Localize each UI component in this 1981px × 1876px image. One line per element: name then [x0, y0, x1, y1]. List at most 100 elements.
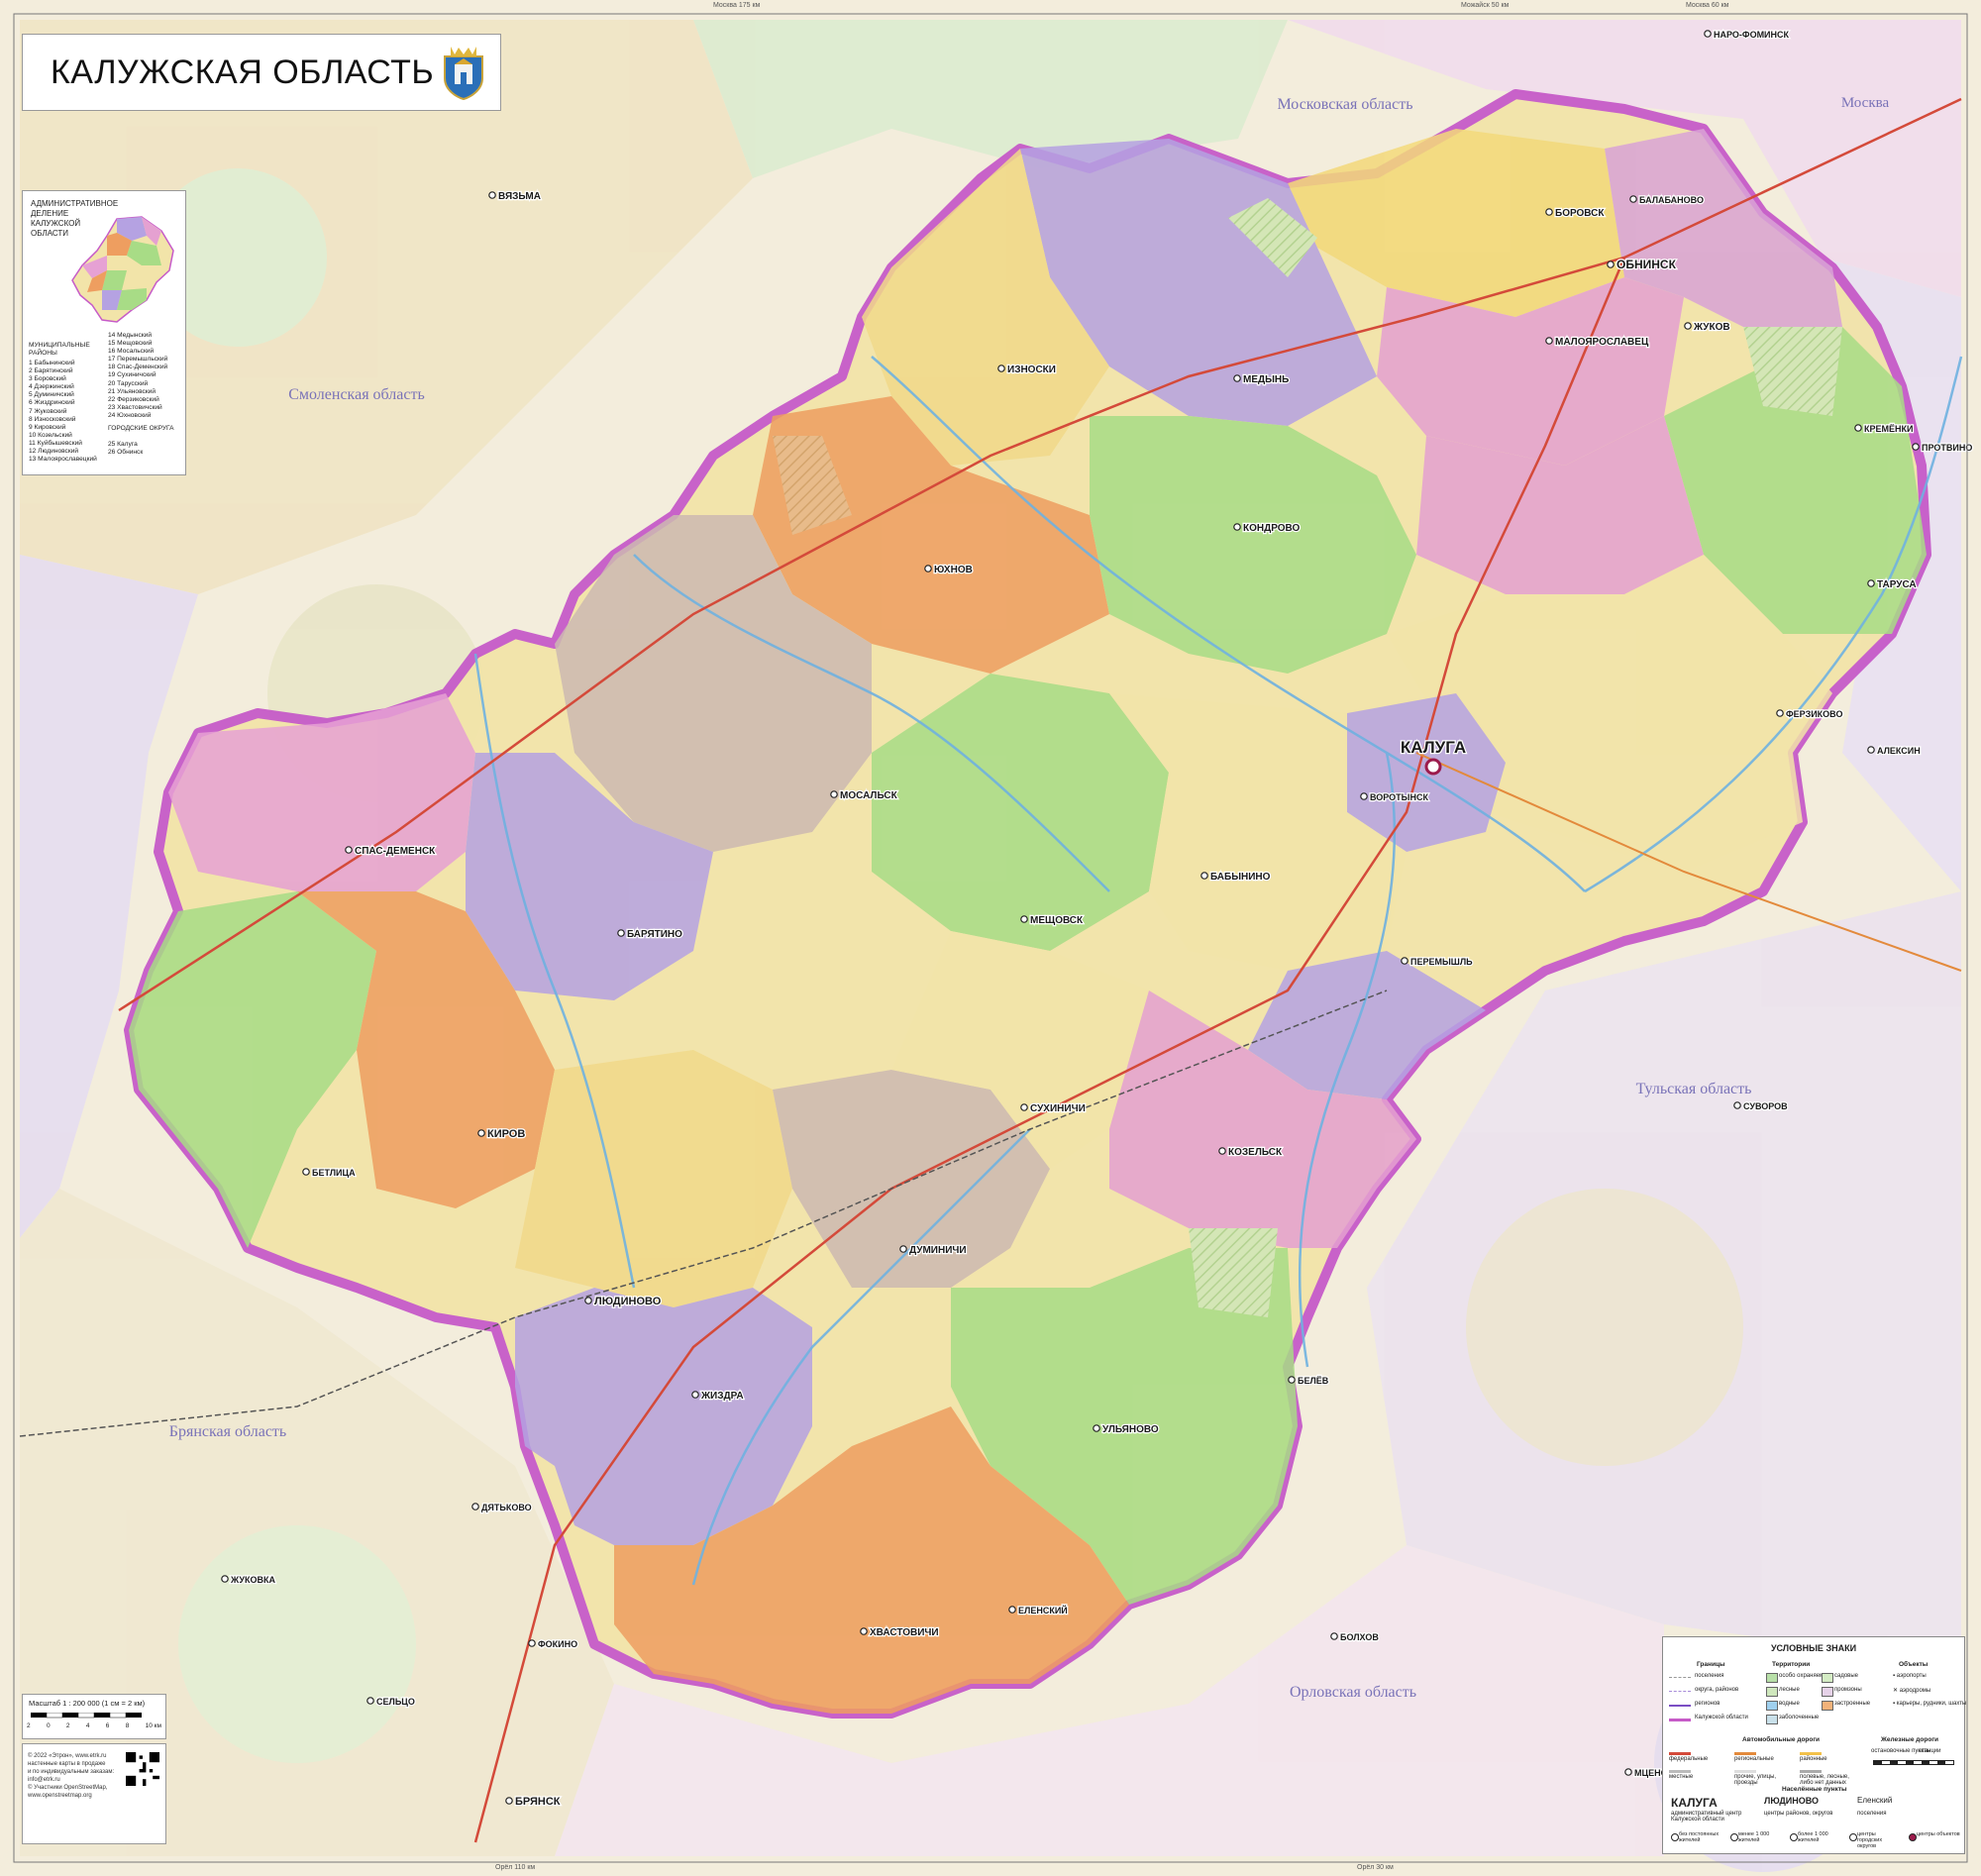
copyright-line: и по индивидуальным заказам: — [28, 1769, 115, 1775]
settlement-marker-icon — [1684, 322, 1692, 330]
settlement-label: БЕЛЁВ — [1298, 1376, 1329, 1386]
settlement-label: БАБЫНИНО — [1210, 872, 1271, 883]
legend-rail-heading: Железные дороги — [1881, 1736, 1939, 1743]
scale-tick: 2 — [65, 1722, 70, 1729]
settlement-marker-icon — [1401, 957, 1408, 965]
copyright-box: © 2022 «Этрон», www.etrk.ru настенные кар… — [22, 1743, 166, 1844]
settlement-marker-icon — [1020, 915, 1028, 923]
settlement: УЛЬЯНОВО — [1093, 1423, 1160, 1436]
copyright-line: info@etrk.ru — [28, 1777, 60, 1783]
legend-territory-label: водные — [1779, 1701, 1800, 1707]
settlement: ВОРОТЫНСК — [1360, 791, 1430, 803]
settlement-marker-icon — [1607, 261, 1615, 268]
settlement-label: ПЕРЕМЫШЛЬ — [1410, 957, 1473, 967]
legend-place-example: Еленский — [1857, 1796, 1893, 1805]
settlement-marker-icon — [1020, 1103, 1028, 1111]
district-list-item: 22 Ферзиковский — [108, 395, 159, 403]
copyright-line: © 2022 «Этрон», www.etrk.ru — [28, 1753, 107, 1759]
settlement-marker-icon — [584, 1297, 592, 1304]
settlement: ПРОТВИНО — [1912, 442, 1974, 454]
settlement-marker-icon — [1233, 523, 1241, 531]
settlement-marker-icon — [1733, 1101, 1741, 1109]
settlement-label: БОРОВСК — [1555, 208, 1605, 219]
settlement-label: МЕЩОВСК — [1030, 915, 1084, 926]
settlement-label: ФЕРЗИКОВО — [1786, 709, 1842, 719]
settlement-marker-icon — [830, 790, 838, 798]
legend-road-label: федеральные — [1669, 1756, 1709, 1762]
scale-tick: 2 — [27, 1722, 31, 1729]
settlement-label: БРЯНСК — [515, 1796, 561, 1808]
map-title-box: КАЛУЖСКАЯ ОБЛАСТЬ — [22, 34, 501, 111]
settlement-marker-icon — [1867, 746, 1875, 754]
scale-tick: 6 — [105, 1722, 110, 1729]
legend-place-caption: административный центр Калужской области — [1671, 1811, 1742, 1823]
settlement-marker-icon — [488, 191, 496, 199]
settlement-marker-icon — [1854, 424, 1862, 432]
scale-ticks: 2 0 2 4 6 8 10 км — [27, 1722, 161, 1729]
legend-places-heading: Населённые пункты — [1782, 1786, 1847, 1793]
settlement: БОРОВСК — [1545, 207, 1607, 220]
legend-border-swatch — [1669, 1705, 1691, 1707]
legend-object-label: ✕ аэродромы — [1893, 1688, 1931, 1694]
legend-road-swatch — [1800, 1770, 1822, 1773]
inset-okrugs: 25 Калуга 26 Обнинск — [108, 441, 143, 457]
district-list-item: 13 Малоярославецкий — [29, 456, 97, 464]
legend-rail-label: станции — [1919, 1748, 1941, 1754]
protected-area-south — [1189, 1228, 1278, 1317]
settlement: МАЛОЯРОСЛАВЕЦ — [1545, 336, 1650, 349]
scale-bar-box: Масштаб 1 : 200 000 (1 см = 2 км) 2 0 2 4 6 8… — [22, 1694, 166, 1739]
settlement-label: ОБНИНСК — [1616, 258, 1677, 271]
legend-territory-swatch — [1822, 1701, 1833, 1711]
settlement-marker-icon — [302, 1168, 310, 1176]
inset-districts-right: 14 Медынский 15 Мещовский 16 Мосальский 17 … — [108, 332, 167, 420]
district-lyudinovsky — [515, 1050, 792, 1307]
settlement-label: АЛЕКСИН — [1877, 746, 1921, 756]
district-list-item: 19 Сухиничский — [108, 371, 156, 379]
settlement-label: СЕЛЬЦО — [376, 1697, 415, 1707]
kaluga-oblast-coat-of-arms-icon — [444, 47, 483, 100]
settlement-marker-icon — [366, 1697, 374, 1705]
legend-territory-swatch — [1822, 1673, 1833, 1683]
settlement-marker-icon — [1912, 443, 1920, 451]
settlement-label: ДЯТЬКОВО — [481, 1503, 532, 1512]
settlement-marker-icon — [1218, 1147, 1226, 1155]
legend-road-label: районные — [1800, 1756, 1827, 1762]
settlement-label: УЛЬЯНОВО — [1102, 1424, 1159, 1435]
legend-border-label: регионов — [1695, 1701, 1720, 1707]
settlement-label: ПРОТВИНО — [1922, 443, 1972, 453]
legend-territory-swatch — [1822, 1687, 1833, 1697]
settlement: МЕЩОВСК — [1020, 914, 1085, 927]
district-list-item: 9 Кировский — [29, 423, 66, 431]
settlement-label: ВЯЗЬМА — [498, 191, 541, 202]
qr-code-icon — [126, 1752, 159, 1786]
frame-label-bottom-1: Орёл 110 км — [495, 1864, 536, 1871]
district-list-item: 11 Куйбышевский — [29, 439, 82, 447]
settlement-marker-icon — [1093, 1424, 1100, 1432]
settlement: ЛЮДИНОВО — [584, 1295, 663, 1308]
settlement: НАРО-ФОМИНСК — [1704, 29, 1791, 41]
legend-objects-heading: Объекты — [1899, 1661, 1929, 1668]
district-list-item: 1 Бабынинский — [29, 360, 75, 366]
legend-place-example: КАЛУГА — [1671, 1796, 1718, 1810]
legend-population-marker-icon — [1790, 1833, 1798, 1841]
settlement-marker-icon — [1288, 1376, 1296, 1384]
neighbor-region-label: Смоленская область — [288, 386, 425, 403]
legend-title: УСЛОВНЫЕ ЗНАКИ — [1770, 1643, 1857, 1653]
settlement-label: ЕЛЕНСКИЙ — [1018, 1605, 1068, 1615]
settlement-label: СУХИНИЧИ — [1030, 1103, 1086, 1114]
district-list-item: 2 Барятинский — [29, 367, 73, 375]
inset-districts-heading: МУНИЦИПАЛЬНЫЕ РАЙОНЫ — [29, 342, 90, 358]
legend-territory-swatch — [1766, 1687, 1778, 1697]
settlement-marker-icon — [997, 365, 1005, 372]
legend-territory-label: застроенные — [1834, 1701, 1871, 1707]
settlement-label: ЖУКОВКА — [230, 1575, 275, 1585]
settlement: ОБНИНСК — [1607, 257, 1678, 272]
district-list-item: 12 Людиновский — [29, 448, 79, 456]
legend-place-caption: поселения — [1857, 1811, 1887, 1817]
settlement-label: СПАС-ДЕМЕНСК — [355, 846, 436, 857]
settlement-label: ЖИЗДРА — [700, 1391, 744, 1402]
inset-districts-left: 1 Бабынинский 2 Барятинский 3 Боровский 4 Д… — [29, 360, 97, 464]
legend-road-swatch — [1669, 1770, 1691, 1773]
scale-tick: 0 — [46, 1722, 51, 1729]
settlement-label: ТАРУСА — [1877, 579, 1917, 590]
